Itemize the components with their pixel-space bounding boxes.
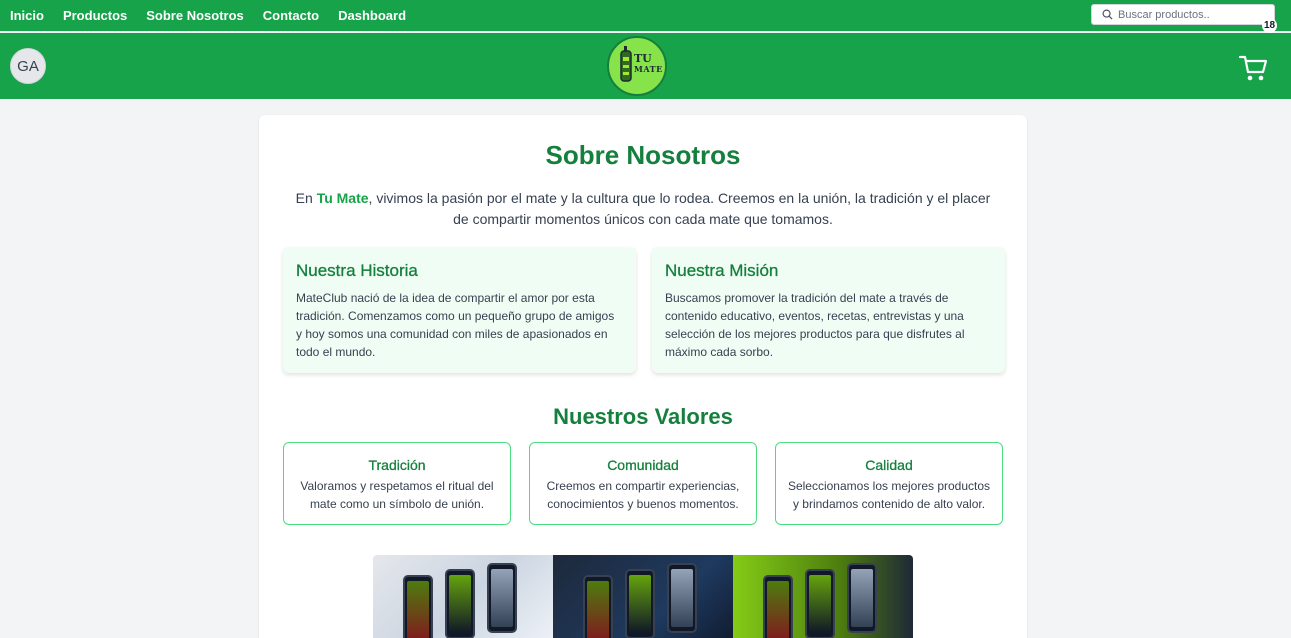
mission-text: Buscamos promover la tradición del mate … (665, 291, 965, 359)
banner-panel-green (733, 555, 913, 638)
mission-title: Nuestra Misión (665, 261, 779, 280)
value-title: Tradición (368, 457, 426, 473)
mate-phone-image (625, 569, 655, 638)
value-title: Calidad (865, 457, 913, 473)
nav-link-contacto[interactable]: Contacto (263, 0, 319, 32)
top-navigation: Inicio Productos Sobre Nosotros Contacto… (0, 0, 1291, 32)
logo-line-2: MATE (634, 64, 663, 74)
about-card: Sobre Nosotros En Tu Mate, vivimos la pa… (259, 115, 1027, 638)
mate-phone-image (805, 569, 835, 638)
search-box[interactable] (1091, 4, 1275, 25)
page-title: Sobre Nosotros (545, 140, 741, 170)
intro-brand: Tu Mate (316, 190, 369, 206)
values-title: Nuestros Valores (553, 404, 733, 429)
value-card-tradicion: Tradición Valoramos y respetamos el ritu… (283, 442, 511, 525)
intro-paragraph: En Tu Mate, vivimos la pasión por el mat… (289, 188, 997, 230)
mate-phone-image (847, 563, 877, 633)
mate-phone-image (445, 569, 475, 638)
intro-text: , vivimos la pasión por el mate y la cul… (368, 190, 991, 227)
banner-panel-dark (553, 555, 733, 638)
value-card-comunidad: Comunidad Creemos en compartir experienc… (529, 442, 757, 525)
site-header: GA TU MATE (0, 33, 1291, 99)
value-title: Comunidad (607, 457, 679, 473)
mate-phone-image (763, 575, 793, 638)
value-card-calidad: Calidad Seleccionamos los mejores produc… (775, 442, 1003, 525)
value-text: Valoramos y respetamos el ritual del mat… (300, 479, 494, 511)
product-banner-image (373, 555, 913, 638)
nav-link-productos[interactable]: Productos (63, 0, 127, 32)
mate-phone-image (583, 575, 613, 638)
logo-line-1: TU (634, 52, 652, 65)
mate-phone-image (487, 563, 517, 633)
history-title: Nuestra Historia (296, 261, 418, 280)
tu-mate-logo[interactable]: TU MATE (607, 36, 667, 96)
intro-prefix: En (295, 190, 317, 206)
user-avatar[interactable]: GA (10, 48, 46, 84)
logo-wordmark: TU MATE (634, 53, 663, 75)
nav-link-sobre-nosotros[interactable]: Sobre Nosotros (146, 0, 244, 32)
mission-card: Nuestra Misión Buscamos promover la trad… (652, 247, 1005, 373)
value-text: Creemos en compartir experiencias, conoc… (546, 479, 740, 511)
search-icon (1102, 9, 1113, 20)
history-card: Nuestra Historia MateClub nació de la id… (283, 247, 636, 373)
mate-phone-image (403, 575, 433, 638)
search-input[interactable] (1118, 8, 1268, 21)
mate-phone-image (667, 563, 697, 633)
nav-link-dashboard[interactable]: Dashboard (338, 0, 406, 32)
banner-panel-light (373, 555, 553, 638)
history-text: MateClub nació de la idea de compartir e… (296, 291, 615, 359)
cart-count-badge: 18 (1262, 18, 1278, 33)
nav-link-inicio[interactable]: Inicio (10, 0, 44, 32)
shopping-cart-icon[interactable] (1238, 53, 1270, 83)
value-text: Seleccionamos los mejores productos y br… (787, 479, 991, 511)
